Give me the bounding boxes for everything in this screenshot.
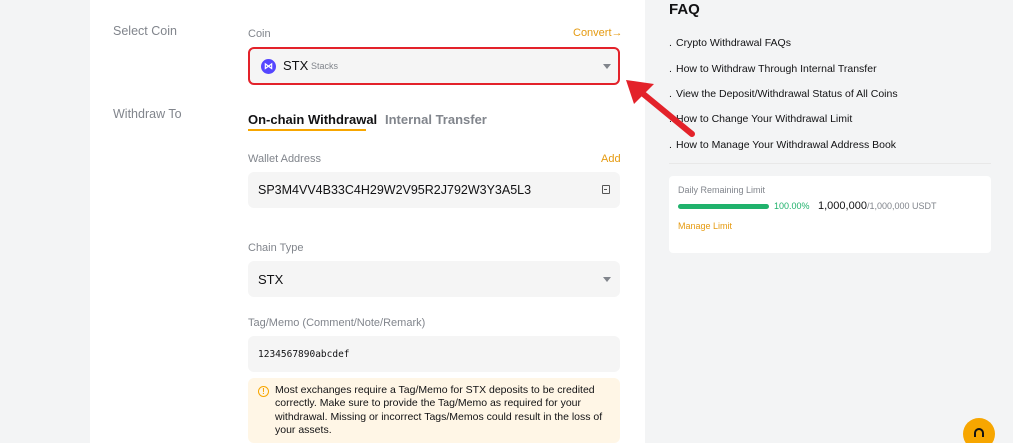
wallet-address-input[interactable]: SP3M4VV4B33C4H29W2V95R2J792W3Y3A5L3 xyxy=(248,172,620,208)
tab-on-chain-withdrawal[interactable]: On-chain Withdrawal xyxy=(248,112,377,127)
faq-item[interactable]: . How to Manage Your Withdrawal Address B… xyxy=(669,139,896,151)
withdraw-to-label: Withdraw To xyxy=(113,107,182,121)
support-button[interactable] xyxy=(963,418,995,443)
add-address-link[interactable]: Add xyxy=(601,153,621,165)
chain-type-select[interactable]: STX xyxy=(248,261,620,297)
arrow-right-icon: → xyxy=(611,27,623,39)
notice-text: Most exchanges require a Tag/Memo for ST… xyxy=(275,384,603,436)
coin-select[interactable]: ⋈ STX Stacks xyxy=(248,47,620,85)
wallet-address-value: SP3M4VV4B33C4H29W2V95R2J792W3Y3A5L3 xyxy=(258,183,532,197)
chevron-down-icon xyxy=(603,64,611,69)
limit-progress-fill xyxy=(678,204,769,209)
wallet-address-label: Wallet Address xyxy=(248,153,321,165)
faq-item[interactable]: . View the Deposit/Withdrawal Status of A… xyxy=(669,88,898,100)
headset-icon xyxy=(974,428,984,437)
manage-limit-link[interactable]: Manage Limit xyxy=(678,221,732,231)
limit-progress-bar xyxy=(678,204,769,209)
limit-amount: 1,000,000/1,000,000 USDT xyxy=(818,200,937,212)
active-tab-indicator xyxy=(248,129,366,131)
chevron-down-icon xyxy=(603,277,611,282)
address-book-icon[interactable] xyxy=(602,185,610,194)
select-coin-label: Select Coin xyxy=(113,24,177,38)
warning-icon: ! xyxy=(258,386,269,397)
memo-input[interactable]: 1234567890abcdef xyxy=(248,336,620,372)
faq-item[interactable]: . Crypto Withdrawal FAQs xyxy=(669,37,791,49)
convert-link[interactable]: Convert→ xyxy=(573,27,623,39)
faq-item[interactable]: . How to Withdraw Through Internal Transf… xyxy=(669,63,877,75)
memo-value: 1234567890abcdef xyxy=(258,349,350,360)
chain-type-label: Chain Type xyxy=(248,242,304,254)
faq-title: FAQ xyxy=(669,1,700,18)
daily-limit-card: Daily Remaining Limit 100.00% 1,000,000/… xyxy=(669,176,991,253)
memo-label: Tag/Memo (Comment/Note/Remark) xyxy=(248,317,426,329)
coin-field-label: Coin xyxy=(248,28,271,40)
memo-warning-notice: ! Most exchanges require a Tag/Memo for … xyxy=(248,378,620,443)
stacks-coin-icon: ⋈ xyxy=(261,59,276,74)
coin-symbol: STX xyxy=(283,58,309,73)
limit-title: Daily Remaining Limit xyxy=(678,185,766,195)
limit-percent: 100.00% xyxy=(774,201,810,211)
coin-name: Stacks xyxy=(311,61,339,71)
tab-internal-transfer[interactable]: Internal Transfer xyxy=(385,112,487,127)
divider xyxy=(669,163,991,164)
red-arrow-annotation xyxy=(626,80,695,137)
chain-type-value: STX xyxy=(258,272,284,287)
